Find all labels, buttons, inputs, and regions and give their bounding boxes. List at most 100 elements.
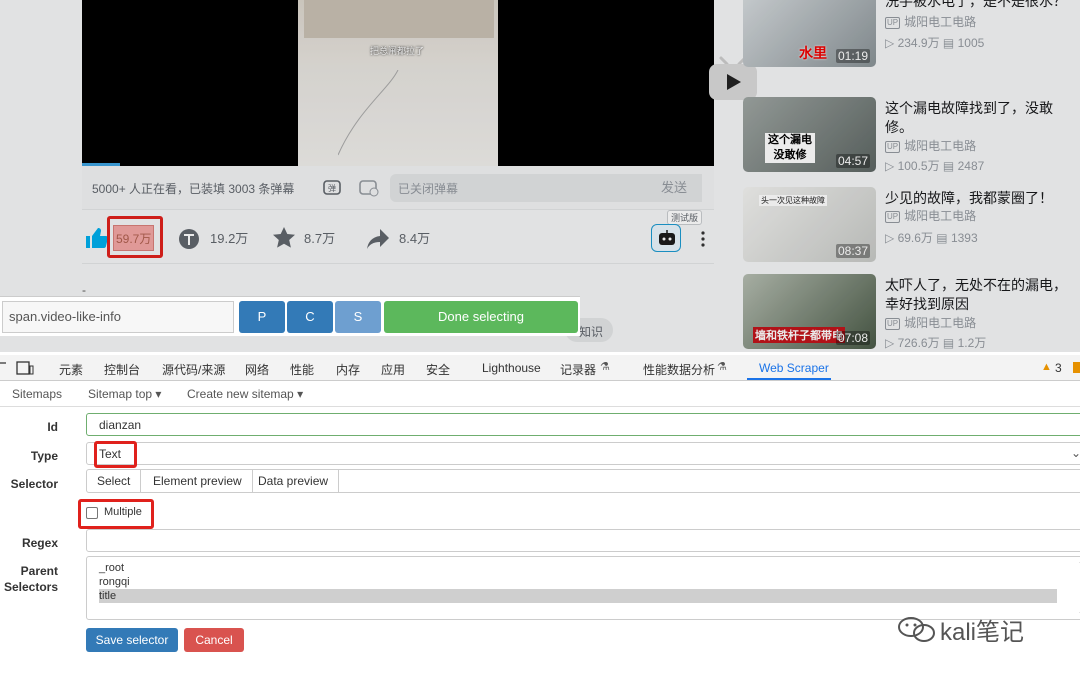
nav-sitemap-top[interactable]: Sitemap top ▾ xyxy=(88,387,161,401)
up-badge-icon: UP xyxy=(885,141,901,153)
danmaku-icon: ▤ xyxy=(939,36,958,50)
rec-meta: ▷ 100.5万 ▤ 2487 xyxy=(885,157,984,174)
robot-icon xyxy=(659,230,675,245)
rec-uploader-name: 城阳电工电路 xyxy=(904,15,977,29)
thumb-text: 这个漏电 没敢修 xyxy=(765,133,815,163)
frame-board xyxy=(304,0,494,38)
selector-tab-element-preview[interactable]: Element preview xyxy=(143,470,253,493)
rec-item[interactable]: 水里 01:19 洗手被水电了，是不是很水？ UP 城阳电工电路 ▷ 234.9万… xyxy=(743,0,1080,68)
rec-danmaku: 1.2万 xyxy=(957,336,987,350)
rec-danmaku: 1005 xyxy=(957,36,985,50)
rec-thumbnail[interactable]: 头一次见这种故障 08:37 xyxy=(743,187,876,262)
type-label: Type xyxy=(30,449,58,463)
multiple-annotation-box xyxy=(78,499,154,529)
selector-tabs: Select Element preview Data preview xyxy=(86,469,1080,493)
danmaku-bar: 5000+ 人正在看，已装填 3003 条弹幕 弹 已关闭弹幕 发送 xyxy=(82,166,714,210)
rec-meta: ▷ 234.9万 ▤ 1005 xyxy=(885,34,984,51)
tab-sources[interactable]: 源代码/来源 xyxy=(162,361,225,378)
device-toolbar-icon[interactable] xyxy=(16,361,34,375)
video-player[interactable]: 把总闸都拉了 xyxy=(82,0,757,166)
danmaku-icon: ▤ xyxy=(939,159,958,173)
regex-input[interactable] xyxy=(86,529,1080,552)
tab-application[interactable]: 应用 xyxy=(381,361,405,378)
favorite-star-icon[interactable] xyxy=(272,226,296,250)
chevron-down-icon: ⌄ xyxy=(1070,446,1080,460)
tab-performance[interactable]: 性能 xyxy=(290,361,314,378)
tab-recorder[interactable]: 记录器 xyxy=(560,361,596,378)
rec-item[interactable]: 这个漏电 没敢修 04:57 这个漏电故障找到了，没敢修。 UP 城阳电工电路 ▷… xyxy=(743,97,1080,173)
tab-performance-insights[interactable]: 性能数据分析 xyxy=(643,361,715,378)
divider xyxy=(82,263,714,264)
coin-icon[interactable] xyxy=(178,228,200,250)
up-badge-icon: UP xyxy=(885,318,901,330)
select-button[interactable]: S xyxy=(335,301,381,333)
thumb-text: 水里 xyxy=(799,45,827,61)
scraper-navbar: Sitemaps Sitemap top ▾ Create new sitema… xyxy=(0,381,1080,407)
danmaku-settings-icon[interactable] xyxy=(358,177,380,197)
rec-item[interactable]: 头一次见这种故障 08:37 少见的故障，我都蒙圈了！ UP 城阳电工电路 ▷ 6… xyxy=(743,187,1080,263)
danmaku-send-button[interactable]: 发送 xyxy=(646,174,702,202)
rec-uploader[interactable]: UP 城阳电工电路 xyxy=(885,13,976,30)
ai-assistant-button[interactable] xyxy=(651,224,681,252)
warning-icon[interactable]: ▲ xyxy=(1041,361,1052,373)
rec-thumbnail[interactable]: 墙和铁杆子都带电 07:08 xyxy=(743,274,876,349)
done-selecting-button[interactable]: Done selecting xyxy=(384,301,578,333)
like-icon[interactable] xyxy=(84,226,108,250)
like-annotation-box xyxy=(107,216,163,258)
parent-option[interactable]: rongqi xyxy=(99,575,1057,589)
thumb-text: 头一次见这种故障 xyxy=(759,195,827,206)
cancel-button[interactable]: Cancel xyxy=(184,628,244,652)
rec-meta: ▷ 726.6万 ▤ 1.2万 xyxy=(885,334,986,351)
type-select[interactable]: Text ⌄ xyxy=(86,442,1080,465)
save-selector-button[interactable]: Save selector xyxy=(86,628,178,652)
id-input[interactable]: dianzan xyxy=(86,413,1080,436)
rec-title[interactable]: 少见的故障，我都蒙圈了！ xyxy=(885,189,1075,208)
parent-option[interactable]: _root xyxy=(99,561,1057,575)
nav-create-sitemap[interactable]: Create new sitemap ▾ xyxy=(187,387,303,401)
parent-button[interactable]: P xyxy=(239,301,285,333)
rec-thumbnail[interactable]: 水里 01:19 xyxy=(743,0,876,67)
regex-label: Regex xyxy=(21,536,58,550)
rec-uploader-name: 城阳电工电路 xyxy=(904,316,977,330)
rec-uploader[interactable]: UP 城阳电工电路 xyxy=(885,207,976,224)
video-frame: 把总闸都拉了 xyxy=(298,0,498,166)
more-options-icon[interactable] xyxy=(700,230,706,248)
parent-selectors-list[interactable]: _root rongqi title ▲ ▼ xyxy=(86,556,1080,620)
tab-memory[interactable]: 内存 xyxy=(336,361,360,378)
child-button[interactable]: C xyxy=(287,301,333,333)
rec-thumbnail[interactable]: 这个漏电 没敢修 04:57 xyxy=(743,97,876,172)
tab-network[interactable]: 网络 xyxy=(245,361,269,378)
issues-icon[interactable] xyxy=(1073,362,1080,373)
rec-title[interactable]: 洗手被水电了，是不是很水？ xyxy=(885,0,1075,11)
rec-title[interactable]: 这个漏电故障找到了，没敢修。 xyxy=(885,99,1075,137)
watermark-text: kali笔记 xyxy=(940,619,1025,646)
inspect-icon[interactable] xyxy=(0,361,8,375)
rec-item[interactable]: 墙和铁杆子都带电 07:08 太吓人了，无处不在的漏电，幸好找到原因 UP 城阳电… xyxy=(743,274,1080,350)
selector-tab-select[interactable]: Select xyxy=(87,470,142,493)
rec-uploader[interactable]: UP 城阳电工电路 xyxy=(885,137,976,154)
rec-uploader-name: 城阳电工电路 xyxy=(904,209,977,223)
parent-selectors-label-2: Selectors xyxy=(3,580,58,594)
selector-toolbar: span.video-like-info P C S Done selectin… xyxy=(0,296,580,336)
rec-title[interactable]: 太吓人了，无处不在的漏电，幸好找到原因 xyxy=(885,276,1075,314)
selector-label: Selector xyxy=(10,477,58,491)
share-icon[interactable] xyxy=(366,228,390,250)
danmaku-toggle-icon[interactable]: 弹 xyxy=(322,177,344,197)
rec-uploader[interactable]: UP 城阳电工电路 xyxy=(885,314,976,331)
tab-elements[interactable]: 元素 xyxy=(59,361,83,378)
tab-lighthouse[interactable]: Lighthouse xyxy=(482,361,541,375)
play-icon: ▷ xyxy=(885,336,898,350)
play-icon: ▷ xyxy=(885,159,898,173)
selector-input[interactable]: span.video-like-info xyxy=(2,301,234,333)
tab-console[interactable]: 控制台 xyxy=(104,361,140,378)
selector-tab-data-preview[interactable]: Data preview xyxy=(248,470,340,493)
rec-duration: 01:19 xyxy=(835,49,870,63)
coin-count: 19.2万 xyxy=(210,231,249,246)
parent-option-selected[interactable]: title xyxy=(99,589,1057,603)
id-label: Id xyxy=(47,420,58,434)
nav-sitemaps[interactable]: Sitemaps xyxy=(12,387,62,401)
tab-security[interactable]: 安全 xyxy=(426,361,450,378)
rec-views: 100.5万 xyxy=(897,159,940,173)
tab-web-scraper[interactable]: Web Scraper xyxy=(759,361,829,375)
online-count-text: 5000+ 人正在看，已装填 3003 条弹幕 xyxy=(92,182,295,196)
